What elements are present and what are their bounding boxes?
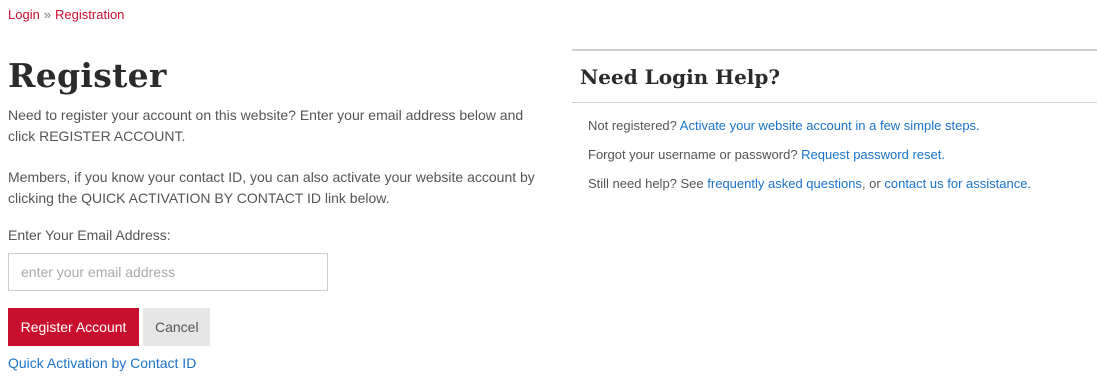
- help-line3-mid: , or: [861, 176, 881, 191]
- register-intro: Need to register your account on this we…: [8, 107, 524, 144]
- breadcrumb-login-link[interactable]: Login: [8, 7, 40, 22]
- register-section: Register Need to register your account o…: [8, 56, 548, 371]
- breadcrumb: Login» Registration: [8, 7, 124, 22]
- cancel-button[interactable]: Cancel: [143, 308, 210, 346]
- faq-link[interactable]: frequently asked questions: [707, 176, 862, 191]
- breadcrumb-separator: »: [43, 7, 52, 22]
- activate-account-link[interactable]: Activate your website account in a few s…: [680, 118, 980, 133]
- email-field[interactable]: [8, 253, 328, 291]
- email-label: Enter Your Email Address:: [8, 227, 171, 243]
- login-help-content: Not registered? Activate your website ac…: [572, 117, 1097, 193]
- help-line2-text: Forgot your username or password?: [588, 147, 798, 162]
- help-line-still-need-help: Still need help? See frequently asked qu…: [588, 175, 1097, 193]
- contact-us-link[interactable]: contact us for assistance.: [884, 176, 1031, 191]
- help-line-forgot: Forgot your username or password? Reques…: [588, 146, 1097, 164]
- login-help-title: Need Login Help?: [580, 65, 781, 89]
- register-quick-activation-info: Members, if you know your contact ID, yo…: [8, 169, 535, 206]
- quick-activation-link[interactable]: Quick Activation by Contact ID: [8, 355, 548, 371]
- breadcrumb-current[interactable]: Registration: [55, 7, 124, 22]
- form-actions: Register Account Cancel: [8, 308, 548, 346]
- login-help-panel: Need Login Help? Not registered? Activat…: [572, 49, 1097, 204]
- help-line-not-registered: Not registered? Activate your website ac…: [588, 117, 1097, 135]
- help-line3-text: Still need help? See: [588, 176, 704, 191]
- help-line1-text: Not registered?: [588, 118, 677, 133]
- page-title: Register: [8, 56, 167, 95]
- password-reset-link[interactable]: Request password reset.: [801, 147, 945, 162]
- login-help-header: Need Login Help?: [572, 49, 1097, 103]
- register-account-button[interactable]: Register Account: [8, 308, 139, 346]
